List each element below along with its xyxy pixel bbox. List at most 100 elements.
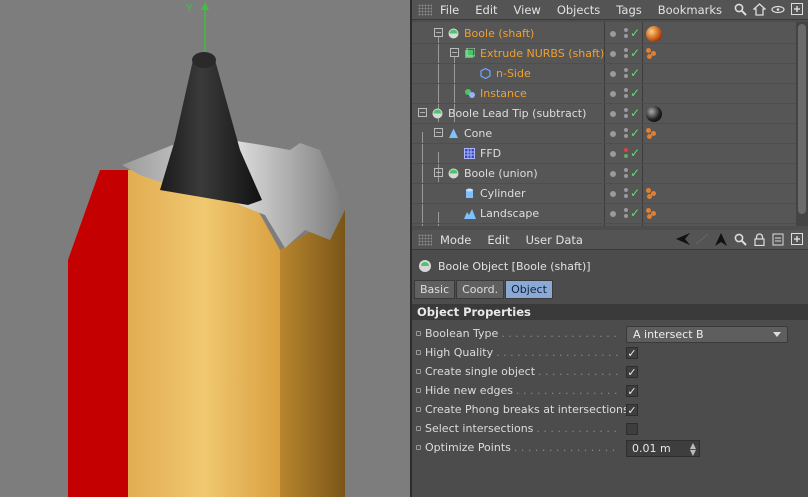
visibility-dots-icon[interactable]	[624, 108, 628, 120]
collapse-toggle-icon[interactable]: −	[418, 108, 427, 117]
collapse-toggle-icon[interactable]: −	[434, 28, 443, 37]
visibility-dots-icon[interactable]	[624, 28, 628, 40]
object-row[interactable]: Instance ✓	[412, 84, 796, 104]
enabled-check-icon[interactable]: ✓	[630, 86, 640, 100]
material-tag-icon[interactable]	[646, 106, 662, 122]
object-name[interactable]: Instance	[480, 87, 527, 100]
texture-tag-icon[interactable]	[646, 208, 658, 220]
animate-bullet-icon[interactable]	[416, 388, 421, 393]
object-row[interactable]: − Boole Lead Tip (subtract) ✓	[412, 104, 796, 124]
animate-bullet-icon[interactable]	[416, 407, 421, 412]
eye-icon[interactable]	[771, 2, 785, 16]
menu-objects[interactable]: Objects	[557, 3, 600, 17]
enabled-check-icon[interactable]: ✓	[630, 206, 640, 220]
enabled-check-icon[interactable]: ✓	[630, 166, 640, 180]
object-name[interactable]: Boole (shaft)	[464, 27, 534, 40]
object-row[interactable]: − Boole (union) ✓	[412, 164, 796, 184]
back-arrow-icon[interactable]	[676, 232, 690, 246]
up-arrow-icon[interactable]	[714, 232, 728, 246]
menu-edit[interactable]: Edit	[487, 233, 509, 247]
checkbox[interactable]: ✓	[626, 404, 638, 416]
tab-object[interactable]: Object	[505, 280, 553, 299]
object-name[interactable]: FFD	[480, 147, 501, 160]
texture-tag-icon[interactable]	[646, 188, 658, 200]
new-window-icon[interactable]	[790, 2, 804, 16]
animate-bullet-icon[interactable]	[416, 445, 421, 450]
enabled-check-icon[interactable]: ✓	[630, 146, 640, 160]
object-row[interactable]: Cylinder ✓	[412, 184, 796, 204]
layer-dot-icon[interactable]	[610, 171, 616, 177]
enabled-check-icon[interactable]: ✓	[630, 126, 640, 140]
object-name[interactable]: Boole (union)	[464, 167, 538, 180]
visibility-dots-icon[interactable]	[624, 208, 628, 220]
animate-bullet-icon[interactable]	[416, 350, 421, 355]
layer-dot-icon[interactable]	[610, 211, 616, 217]
visibility-dots-icon[interactable]	[624, 48, 628, 60]
visibility-dots-icon[interactable]	[624, 88, 628, 100]
grip-icon[interactable]	[418, 3, 432, 16]
3d-viewport[interactable]: Y	[0, 0, 410, 497]
menu-file[interactable]: File	[440, 3, 459, 17]
enabled-check-icon[interactable]: ✓	[630, 46, 640, 60]
layer-dot-icon[interactable]	[610, 191, 616, 197]
object-row[interactable]: − Extrude NURBS (shaft) ✓	[412, 44, 796, 64]
grip-icon[interactable]	[418, 233, 432, 246]
object-name[interactable]: Boole Lead Tip (subtract)	[448, 107, 586, 120]
layer-dot-icon[interactable]	[610, 151, 616, 157]
visibility-dots-icon[interactable]	[624, 128, 628, 140]
tab-basic[interactable]: Basic	[414, 280, 456, 299]
layer-dot-icon[interactable]	[610, 111, 616, 117]
search-icon[interactable]	[733, 2, 747, 16]
lock-icon[interactable]	[752, 232, 766, 246]
animate-bullet-icon[interactable]	[416, 426, 421, 431]
boolean-type-select[interactable]: A intersect B	[626, 326, 788, 343]
object-name[interactable]: Extrude NURBS (shaft)	[480, 47, 604, 60]
object-row[interactable]: − Cone ✓	[412, 124, 796, 144]
menu-bookmarks[interactable]: Bookmarks	[658, 3, 722, 17]
search-icon[interactable]	[733, 232, 747, 246]
menu-tags[interactable]: Tags	[616, 3, 641, 17]
object-row[interactable]: − Boole (shaft) ✓	[412, 24, 796, 44]
object-name[interactable]: Landscape	[480, 207, 539, 220]
object-list[interactable]: − Boole (shaft) ✓ − Extrude NURBS (shaft) ✓ n-…	[412, 22, 796, 226]
menu-edit[interactable]: Edit	[475, 3, 497, 17]
tab-coord[interactable]: Coord.	[456, 280, 505, 299]
texture-tag-icon[interactable]	[646, 128, 658, 140]
checkbox[interactable]: ✓	[626, 366, 638, 378]
enabled-check-icon[interactable]: ✓	[630, 106, 640, 120]
material-tag-icon[interactable]	[646, 26, 662, 42]
object-name[interactable]: Cone	[464, 127, 492, 140]
layer-dot-icon[interactable]	[610, 131, 616, 137]
visibility-dots-icon[interactable]	[624, 188, 628, 200]
enabled-check-icon[interactable]: ✓	[630, 66, 640, 80]
menu-view[interactable]: View	[514, 3, 541, 17]
visibility-dots-icon[interactable]	[624, 168, 628, 180]
animate-bullet-icon[interactable]	[416, 331, 421, 336]
home-icon[interactable]	[752, 2, 766, 16]
menu-user-data[interactable]: User Data	[526, 233, 583, 247]
forward-arrow-icon[interactable]	[695, 232, 709, 246]
object-row[interactable]: FFD ✓	[412, 144, 796, 164]
spinner-icon[interactable]: ▲ ▼	[690, 442, 696, 457]
menu-mode[interactable]: Mode	[440, 233, 471, 247]
enabled-check-icon[interactable]: ✓	[630, 26, 640, 40]
layer-dot-icon[interactable]	[610, 71, 616, 77]
collapse-toggle-icon[interactable]: −	[450, 48, 459, 57]
collapse-toggle-icon[interactable]: −	[434, 168, 443, 177]
checkbox[interactable]	[626, 423, 638, 435]
object-row[interactable]: Landscape ✓	[412, 204, 796, 224]
layer-dot-icon[interactable]	[610, 51, 616, 57]
animate-bullet-icon[interactable]	[416, 369, 421, 374]
texture-tag-icon[interactable]	[646, 48, 658, 60]
checkbox[interactable]: ✓	[626, 385, 638, 397]
checkbox[interactable]: ✓	[626, 347, 638, 359]
new-window-icon[interactable]	[790, 232, 804, 246]
layer-dot-icon[interactable]	[610, 31, 616, 37]
collapse-toggle-icon[interactable]: −	[434, 128, 443, 137]
object-list-scrollbar[interactable]	[796, 22, 808, 226]
object-name[interactable]: Cylinder	[480, 187, 526, 200]
object-row[interactable]: n-Side ✓	[412, 64, 796, 84]
settings-icon[interactable]	[771, 232, 785, 246]
optimize-points-field[interactable]: 0.01 m ▲ ▼	[626, 440, 700, 457]
visibility-dots-icon[interactable]	[624, 148, 628, 160]
